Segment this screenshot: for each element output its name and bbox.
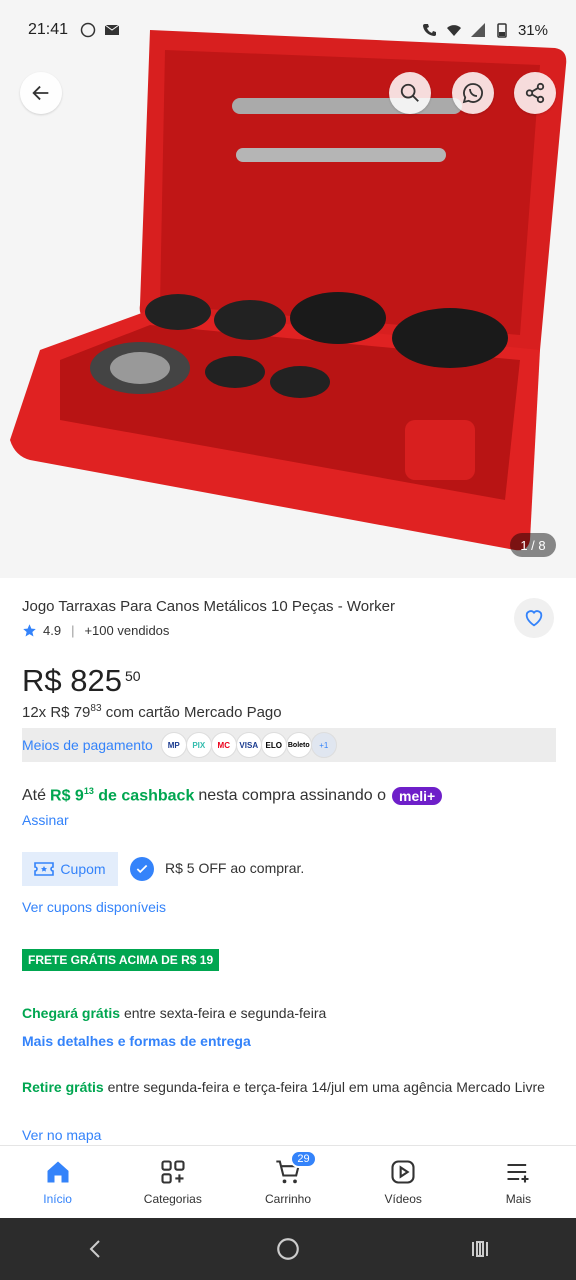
nav-categories[interactable]: Categorias <box>115 1146 230 1218</box>
price-currency: R$ <box>22 663 62 698</box>
mercadopago-icon: MP <box>160 732 187 758</box>
status-time: 21:41 <box>28 21 69 38</box>
signal-icon <box>470 23 485 37</box>
system-home-icon[interactable] <box>275 1236 301 1262</box>
nav-videos[interactable]: Vídeos <box>346 1146 461 1218</box>
home-icon <box>47 1161 69 1183</box>
nav-videos-label: Vídeos <box>384 1192 422 1206</box>
payment-methods-label: Meios de pagamento <box>22 737 153 753</box>
pix-icon: PIX <box>185 732 212 758</box>
star-icon <box>23 624 36 637</box>
favorite-button[interactable] <box>514 598 554 638</box>
more-payment-methods: +1 <box>310 732 337 758</box>
ticket-icon <box>34 862 55 876</box>
cashback-prefix: Até <box>22 786 47 804</box>
video-icon <box>391 1160 415 1184</box>
cashback-highlight: de cashback <box>98 787 195 805</box>
search-icon <box>400 83 419 102</box>
product-title: Jogo Tarraxas Para Canos Metálicos 10 Pe… <box>22 598 395 615</box>
whatsapp-icon <box>462 83 483 104</box>
boleto-icon: Boleto <box>285 732 312 758</box>
pickup-highlight: Retire grátis <box>22 1079 104 1095</box>
rating-row[interactable]: 4.9 | +100 vendidos <box>22 623 169 638</box>
nav-home[interactable]: Início <box>0 1146 115 1218</box>
arrival-highlight: Chegará grátis <box>22 1005 121 1021</box>
visa-icon: VISA <box>235 732 262 758</box>
installments-amount: 12x R$ 79 <box>22 704 91 721</box>
installments-suffix: com cartão Mercado Pago <box>105 704 282 721</box>
share-button[interactable] <box>514 72 556 114</box>
rating-separator: | <box>71 623 75 638</box>
coupon-applied-check <box>130 857 154 881</box>
coupon-description: R$ 5 OFF ao comprar. <box>165 860 305 876</box>
rating-value: 4.9 <box>43 623 62 638</box>
nav-cart-label: Carrinho <box>264 1192 312 1206</box>
mail-notification-icon <box>104 24 120 35</box>
nav-cart[interactable]: 29 Carrinho <box>230 1146 345 1218</box>
elo-icon: ELO <box>260 732 287 758</box>
nav-more-label: Mais <box>505 1192 532 1206</box>
system-recents-icon[interactable] <box>468 1237 492 1261</box>
back-button[interactable] <box>20 72 62 114</box>
heart-icon <box>525 610 543 627</box>
bottom-navigation: Início Categorias 29 Carrinho Vídeos Mai… <box>0 1145 576 1218</box>
menu-icon <box>507 1163 529 1183</box>
battery-icon <box>497 23 507 38</box>
arrow-left-icon <box>32 85 49 101</box>
wifi-icon <box>446 25 461 36</box>
shipping-details-link[interactable]: Mais detalhes e formas de entrega <box>22 1033 251 1049</box>
mastercard-icon: MC <box>210 732 237 758</box>
nav-more[interactable]: Mais <box>461 1146 576 1218</box>
cashback-suffix: nesta compra assinando o <box>198 786 387 804</box>
search-button[interactable] <box>389 72 431 114</box>
cashback-amount-cents: 13 <box>83 786 94 796</box>
categories-icon <box>161 1160 185 1184</box>
system-back-icon[interactable] <box>84 1237 108 1261</box>
system-navigation-bar <box>0 1218 576 1280</box>
share-icon <box>525 82 545 104</box>
coupon-label: Cupom <box>60 861 106 877</box>
nav-categories-label: Categorias <box>143 1192 202 1206</box>
arrival-dates: entre sexta-feira e segunda-feira <box>123 1005 327 1021</box>
price: R$ 825 50 <box>22 663 141 699</box>
product-image-gallery[interactable]: 1 / 8 <box>0 0 576 578</box>
pickup-dates: entre segunda-feira e terça-feira 14/jul… <box>107 1079 545 1095</box>
installments-cents: 83 <box>90 703 102 714</box>
view-coupons-link[interactable]: Ver cupons disponíveis <box>22 899 166 915</box>
arrival-info: Chegará grátis entre sexta-feira e segun… <box>22 1005 326 1021</box>
check-icon <box>136 864 148 874</box>
payment-methods-row[interactable]: Meios de pagamento MP PIX MC VISA ELO Bo… <box>22 728 556 762</box>
status-bar: 21:41 31% <box>0 0 576 60</box>
installments-info: 12x R$ 7983 com cartão Mercado Pago <box>22 703 282 721</box>
price-cents: 50 <box>125 668 141 684</box>
call-icon <box>422 24 436 37</box>
free-shipping-badge: FRETE GRÁTIS ACIMA DE R$ 19 <box>22 949 220 971</box>
sold-count: +100 vendidos <box>84 623 170 638</box>
meli-plus-badge: meli+ <box>392 786 443 805</box>
pickup-info: Retire grátis entre segunda-feira e terç… <box>22 1076 556 1098</box>
battery-level: 31% <box>517 21 548 39</box>
view-map-link[interactable]: Ver no mapa <box>22 1127 101 1143</box>
coupon-button[interactable]: Cupom <box>22 852 118 886</box>
whatsapp-notification-icon <box>80 22 96 38</box>
cart-count-badge: 29 <box>290 1150 317 1168</box>
image-counter: 1 / 8 <box>510 533 556 557</box>
whatsapp-share-button[interactable] <box>452 72 494 114</box>
cashback-info: Até R$ 913 de cashback nesta compra assi… <box>22 786 443 805</box>
cashback-amount: R$ 913 de cashback <box>50 786 194 805</box>
nav-home-label: Início <box>43 1192 72 1206</box>
subscribe-link[interactable]: Assinar <box>22 812 69 828</box>
cashback-amount-value: R$ 9 <box>50 787 84 805</box>
price-integer: 825 <box>70 663 122 698</box>
